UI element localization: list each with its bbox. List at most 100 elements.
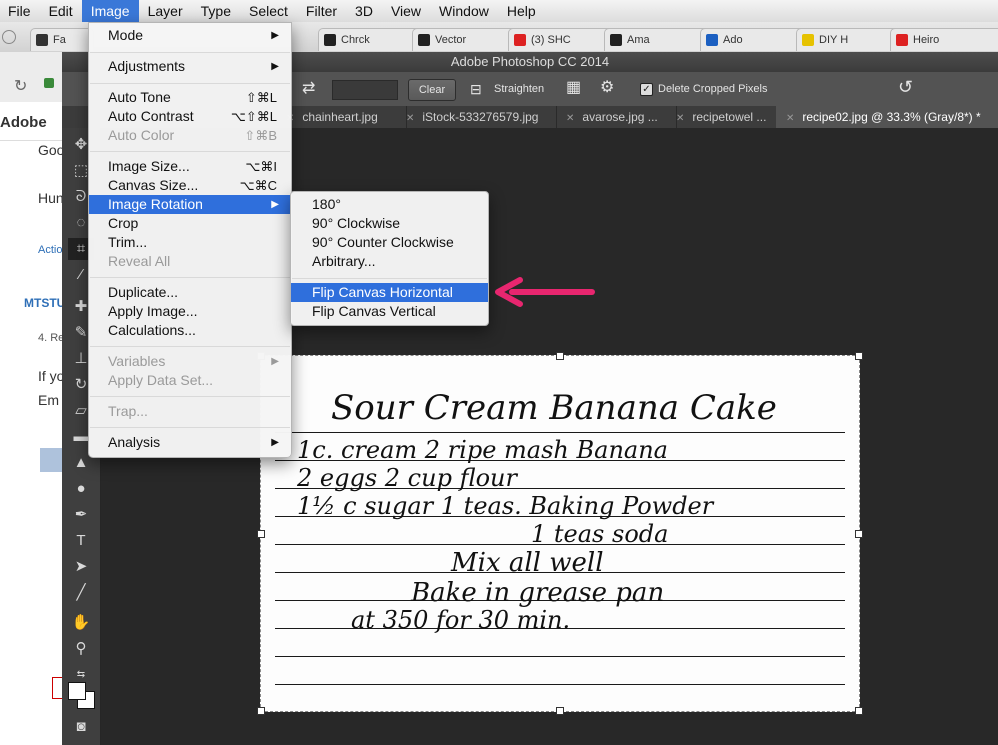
menu-item-image-rotation[interactable]: Image Rotation ▶	[89, 195, 291, 214]
browser-tab[interactable]: Vector	[412, 28, 521, 51]
lock-icon	[44, 78, 54, 88]
menu-item-flip-canvas-horizontal[interactable]: Flip Canvas Horizontal	[291, 283, 488, 302]
crop-handle[interactable]	[556, 352, 564, 360]
browser-tab[interactable]: (3) SHC	[508, 28, 617, 51]
menu-item-label: Apply Data Set...	[108, 372, 214, 388]
browser-tab[interactable]: Ado	[700, 28, 809, 51]
page-link[interactable]: Actio	[38, 244, 62, 256]
menu-item-arbitrary[interactable]: Arbitrary...	[291, 252, 488, 271]
browser-tab[interactable]: Ama	[604, 28, 713, 51]
menu-image[interactable]: Image	[81, 0, 139, 22]
crop-handle[interactable]	[855, 707, 863, 715]
tab-istock[interactable]: ✕ iStock-533276579.jpg	[396, 106, 557, 128]
crop-handle[interactable]	[257, 530, 265, 538]
menu-item-trap: Trap...	[89, 402, 291, 421]
menu-type[interactable]: Type	[192, 0, 240, 22]
menu-item-calculations[interactable]: Calculations...	[89, 321, 291, 340]
close-icon[interactable]: ✕	[406, 113, 414, 124]
browser-page: Adobe Goo Hun Actio MTSTU 4. Re If yo Em	[0, 102, 65, 745]
shortcut: ⌥⇧⌘L	[230, 109, 277, 124]
pen-tool-icon[interactable]: ✒	[68, 504, 94, 526]
straighten-icon[interactable]: ⊟	[470, 79, 482, 99]
close-icon[interactable]: ✕	[676, 113, 684, 124]
menu-item-image-size[interactable]: Image Size... ⌥⌘I	[89, 157, 291, 176]
page-link[interactable]: MTSTU	[24, 296, 65, 310]
ruled-line	[275, 656, 845, 657]
line-tool-icon[interactable]: ╱	[68, 582, 94, 604]
menu-item-label: Auto Contrast	[108, 108, 194, 124]
crop-handle[interactable]	[556, 707, 564, 715]
tab-recipe02[interactable]: ✕ recipe02.jpg @ 33.3% (Gray/8*) *	[776, 106, 998, 128]
menu-item-reveal-all: Reveal All	[89, 252, 291, 271]
close-icon[interactable]: ✕	[566, 113, 574, 124]
quick-mask-icon[interactable]: ◙	[68, 716, 94, 738]
browser-tab[interactable]: Chrck	[318, 28, 422, 51]
browser-tab[interactable]: Heiro	[890, 28, 998, 51]
menu-item-adjustments[interactable]: Adjustments ▶	[89, 57, 291, 76]
shortcut: ⌥⌘C	[239, 178, 277, 193]
menu-item-trim[interactable]: Trim...	[89, 233, 291, 252]
menu-item-flip-canvas-vertical[interactable]: Flip Canvas Vertical	[291, 302, 488, 321]
recipe-card-image[interactable]: Sour Cream Banana Cake 1c. cream 2 ripe …	[257, 352, 863, 715]
menu-item-apply-data-set: Apply Data Set...	[89, 371, 291, 390]
tab-chainheart[interactable]: ✕chainheart.jpg	[276, 106, 407, 128]
reload-icon[interactable]: ↻	[14, 76, 27, 96]
foreground-color-swatch[interactable]	[68, 682, 86, 700]
menu-view[interactable]: View	[382, 0, 430, 22]
menu-item-analysis[interactable]: Analysis ▶	[89, 433, 291, 452]
tab-label: iStock-533276579.jpg	[422, 110, 539, 124]
recipe-title: Sour Cream Banana Cake	[331, 388, 777, 428]
menu-item-rotate-90-ccw[interactable]: 90° Counter Clockwise	[291, 233, 488, 252]
swap-icon[interactable]: ⇄	[302, 79, 315, 99]
menu-layer[interactable]: Layer	[139, 0, 192, 22]
menu-item-variables: Variables ▶	[89, 352, 291, 371]
crop-handle[interactable]	[257, 707, 265, 715]
dodge-tool-icon[interactable]: ●	[68, 478, 94, 500]
menu-item-auto-contrast[interactable]: Auto Contrast ⌥⇧⌘L	[89, 107, 291, 126]
type-tool-icon[interactable]: T	[68, 530, 94, 552]
gear-icon[interactable]: ⚙	[600, 78, 614, 98]
shortcut: ⌥⌘I	[245, 159, 277, 174]
menu-3d[interactable]: 3D	[346, 0, 382, 22]
menu-file[interactable]: File	[0, 0, 40, 22]
zoom-tool-icon[interactable]: ⚲	[68, 638, 94, 660]
browser-tab[interactable]: Fa	[30, 28, 94, 51]
ratio-input[interactable]	[332, 80, 398, 100]
menu-item-label: Variables	[108, 353, 166, 369]
close-icon[interactable]: ✕	[786, 113, 794, 124]
submenu-arrow-icon: ▶	[271, 199, 279, 210]
clear-button[interactable]: Clear	[408, 79, 456, 101]
menu-item-mode[interactable]: Mode ▶	[89, 26, 291, 45]
crop-handle[interactable]	[855, 352, 863, 360]
delete-cropped-label[interactable]: Delete Cropped Pixels	[658, 79, 767, 99]
menu-item-duplicate[interactable]: Duplicate...	[89, 283, 291, 302]
menu-filter[interactable]: Filter	[297, 0, 346, 22]
tab-recipetowel[interactable]: ✕ recipetowel ...	[666, 106, 787, 128]
site-icon	[802, 34, 814, 46]
menu-item-rotate-180[interactable]: 180°	[291, 195, 488, 214]
menu-item-rotate-90-cw[interactable]: 90° Clockwise	[291, 214, 488, 233]
menu-edit[interactable]: Edit	[40, 0, 82, 22]
recipe-line: 2 eggs 2 cup flour	[297, 464, 517, 492]
reset-icon[interactable]: ↺	[898, 77, 913, 97]
menu-item-crop[interactable]: Crop	[89, 214, 291, 233]
crop-handle[interactable]	[855, 530, 863, 538]
menu-help[interactable]: Help	[498, 0, 545, 22]
path-select-tool-icon[interactable]: ➤	[68, 556, 94, 578]
menu-select[interactable]: Select	[240, 0, 297, 22]
menu-item-canvas-size[interactable]: Canvas Size... ⌥⌘C	[89, 176, 291, 195]
browser-tab[interactable]: DIY H	[796, 28, 905, 51]
back-circle-icon[interactable]	[2, 30, 16, 44]
delete-cropped-checkbox[interactable]: ✓	[640, 83, 653, 96]
straighten-label[interactable]: Straighten	[494, 79, 544, 99]
browser-tab-label: Heiro	[913, 34, 940, 46]
grid-overlay-icon[interactable]: ▦	[566, 78, 581, 98]
ruled-line	[275, 432, 845, 433]
menu-item-apply-image[interactable]: Apply Image...	[89, 302, 291, 321]
hand-tool-icon[interactable]: ✋	[68, 612, 94, 634]
menu-window[interactable]: Window	[430, 0, 498, 22]
tab-avarose[interactable]: ✕ avarose.jpg ...	[556, 106, 677, 128]
recipe-line: 1 teas soda	[531, 520, 669, 548]
menu-item-auto-tone[interactable]: Auto Tone ⇧⌘L	[89, 88, 291, 107]
page-text: Em	[38, 392, 59, 408]
